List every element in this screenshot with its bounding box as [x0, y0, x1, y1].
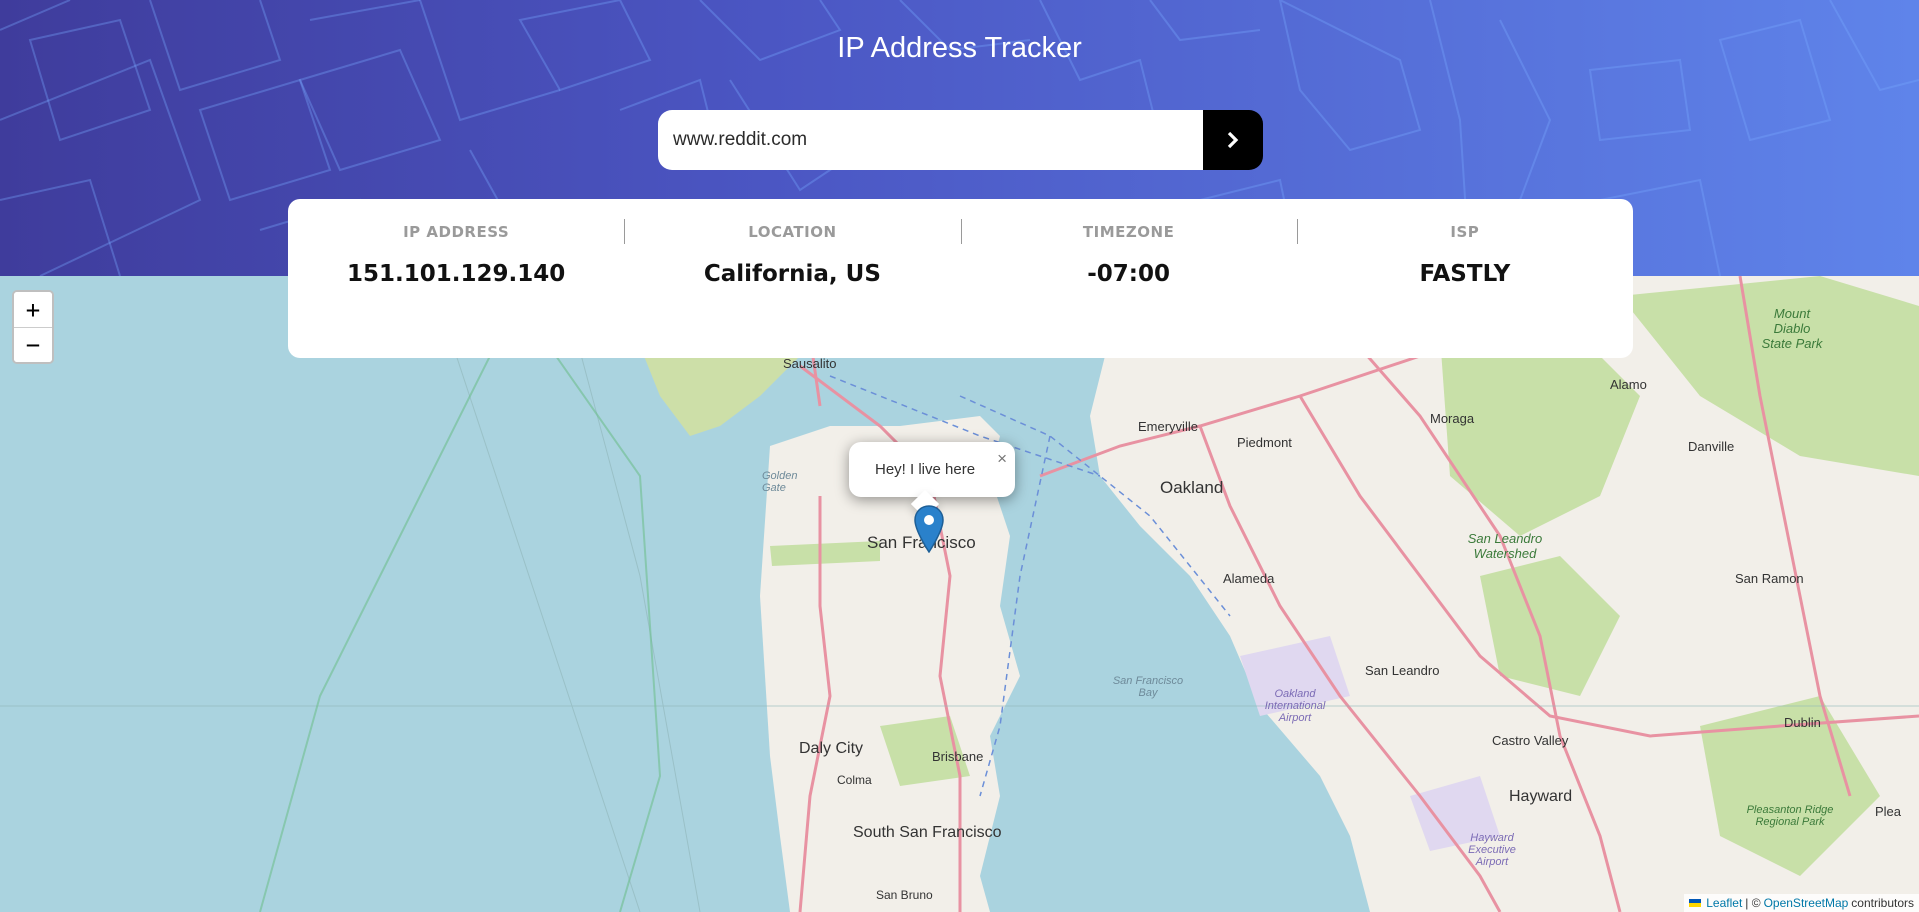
map-label-castro-valley: Castro Valley: [1492, 733, 1569, 748]
map-label-sf-bay: San Francisco Bay: [1112, 675, 1184, 699]
map-label-colma: Colma: [837, 773, 872, 787]
map-label-daly-city: Daly City: [799, 740, 864, 757]
search-form: [658, 110, 1263, 170]
map-label-watershed: San Leandro Watershed: [1467, 531, 1543, 561]
ip-address-section: IP ADDRESS 151.101.129.140: [288, 199, 624, 358]
map-label-san-leandro: San Leandro: [1365, 663, 1440, 678]
zoom-out-button[interactable]: −: [14, 327, 52, 362]
ip-address-value: 151.101.129.140: [346, 261, 566, 287]
chevron-right-icon: [1227, 131, 1239, 149]
map-label-hayward-airport: Hayward Executive Airport: [1468, 832, 1516, 868]
map-tiles: [0, 276, 1919, 912]
map-label-oakland: Oakland: [1160, 478, 1224, 497]
zoom-in-button[interactable]: +: [14, 292, 52, 327]
map-label-danville: Danville: [1688, 439, 1735, 454]
map-label-dublin: Dublin: [1784, 715, 1821, 730]
ukraine-flag-icon: [1689, 899, 1702, 907]
attribution-separator: | ©: [1745, 896, 1761, 910]
leaflet-link[interactable]: Leaflet: [1706, 896, 1742, 910]
map-label-pleasanton: Plea: [1875, 804, 1902, 819]
map-label-oakland-airport: Oakland International Airport: [1264, 688, 1326, 724]
map-label-emeryville: Emeryville: [1138, 419, 1198, 434]
map[interactable]: San Francisco Oakland Daly City South Sa…: [0, 276, 1919, 912]
timezone-section: TIMEZONE -07:00: [960, 199, 1297, 358]
ip-info-card: IP ADDRESS 151.101.129.140 LOCATION Cali…: [288, 199, 1633, 358]
popup-close-button[interactable]: ×: [997, 450, 1007, 467]
search-submit-button[interactable]: [1203, 110, 1263, 170]
map-label-moraga: Moraga: [1430, 411, 1475, 426]
ip-address-label: IP ADDRESS: [403, 223, 510, 241]
timezone-value: -07:00: [1087, 261, 1170, 287]
location-value: California, US: [703, 261, 881, 287]
isp-label: ISP: [1450, 223, 1480, 241]
isp-value: FASTLY: [1419, 261, 1511, 287]
zoom-control: + −: [12, 290, 54, 364]
popup-text: Hey! I live here: [875, 461, 976, 478]
map-label-hayward: Hayward: [1509, 788, 1573, 805]
search-input[interactable]: [658, 110, 1203, 170]
location-label: LOCATION: [748, 223, 837, 241]
map-label-san-ramon: San Ramon: [1735, 571, 1804, 586]
map-label-pleasanton-ridge: Pleasanton Ridge Regional Park: [1746, 804, 1834, 828]
map-label-golden-gate: Golden Gate: [762, 470, 798, 494]
openstreetmap-link[interactable]: OpenStreetMap: [1764, 896, 1849, 910]
timezone-label: TIMEZONE: [1082, 223, 1175, 241]
map-popup: Hey! I live here ×: [849, 442, 1015, 519]
location-section: LOCATION California, US: [624, 199, 960, 358]
map-label-san-bruno: San Bruno: [876, 888, 933, 902]
map-label-sausalito: Sausalito: [783, 356, 837, 371]
map-attribution: Leaflet | © OpenStreetMap contributors: [1684, 894, 1919, 912]
isp-section: ISP FASTLY: [1296, 199, 1633, 358]
attribution-contributors: contributors: [1851, 896, 1914, 910]
map-label-mount-diablo: Mount Diablo State Park: [1761, 306, 1823, 351]
map-label-south-san-francisco: South San Francisco: [853, 824, 1002, 841]
map-label-piedmont: Piedmont: [1237, 435, 1292, 450]
location-marker-icon[interactable]: [914, 505, 944, 553]
map-label-brisbane: Brisbane: [932, 749, 984, 764]
map-label-alameda: Alameda: [1223, 571, 1275, 586]
page-title: IP Address Tracker: [837, 32, 1082, 64]
map-label-alamo: Alamo: [1610, 377, 1647, 392]
